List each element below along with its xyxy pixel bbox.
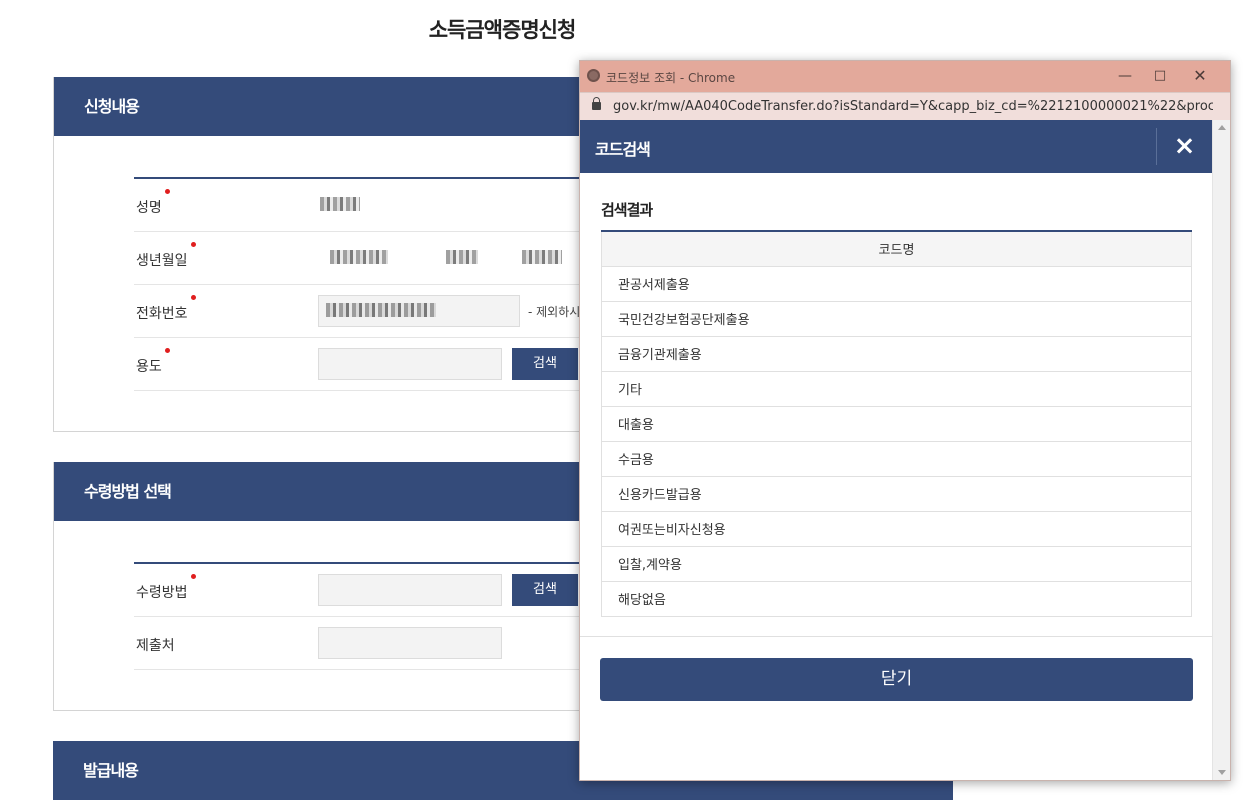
label-birth: 생년월일 [136,242,196,270]
table-header-row: 코드명 [601,231,1192,267]
table-row[interactable]: 금융기관제출용 [601,335,1192,372]
close-icon[interactable]: × [1156,128,1212,165]
name-value-redacted [320,197,360,211]
address-bar[interactable]: gov.kr/mw/AA040CodeTransfer.do?isStandar… [580,92,1230,120]
required-dot [190,295,196,300]
code-item[interactable]: 국민건강보험공단제출용 [601,300,1192,337]
code-item[interactable]: 해당없음 [601,580,1192,617]
result-title: 검색결과 [601,201,653,219]
label-destination: 제출처 [136,638,175,654]
required-dot [190,242,196,247]
birth-month-redacted [446,250,478,264]
popup-divider [580,636,1212,637]
birth-day-redacted [522,250,562,264]
table-row[interactable]: 여권또는비자신청용 [601,510,1192,547]
code-item[interactable]: 입찰,계약용 [601,545,1192,582]
code-item[interactable]: 대출용 [601,405,1192,442]
table-row[interactable]: 해당없음 [601,580,1192,617]
phone-value-redacted [326,303,436,317]
table-row[interactable]: 신용카드발급용 [601,475,1192,512]
method-input[interactable] [318,574,502,606]
scroll-up-icon[interactable] [1218,125,1226,130]
table-row[interactable]: 입찰,계약용 [601,545,1192,582]
birth-year-redacted [330,250,388,264]
window-close-icon[interactable]: ✕ [1185,65,1215,87]
url-text: gov.kr/mw/AA040CodeTransfer.do?isStandar… [613,99,1213,114]
table-row[interactable]: 국민건강보험공단제출용 [601,300,1192,337]
popup-header: 코드검색 × [580,120,1212,173]
code-item[interactable]: 여권또는비자신청용 [601,510,1192,547]
maximize-icon[interactable]: □ [1145,65,1175,87]
window-titlebar[interactable]: 코드정보 조회 - Chrome — □ ✕ [580,61,1230,92]
table-row[interactable]: 대출용 [601,405,1192,442]
table-header-code-name: 코드명 [601,231,1192,267]
result-table: 코드명 관공서제출용 국민건강보험공단제출용 금융기관제출용 기타 대출용 수금… [601,230,1192,617]
popup-title: 코드검색 [595,140,651,159]
close-button[interactable]: 닫기 [600,658,1193,701]
code-item[interactable]: 금융기관제출용 [601,335,1192,372]
page-title: 소득금액증명신청 [428,18,577,42]
label-method: 수령방법 [136,574,196,602]
minimize-icon[interactable]: — [1110,65,1140,87]
required-dot [164,189,170,194]
table-row[interactable]: 기타 [601,370,1192,407]
purpose-search-button[interactable]: 검색 [512,348,578,380]
label-phone: 전화번호 [136,295,196,323]
code-item[interactable]: 수금용 [601,440,1192,477]
scrollbar[interactable] [1212,120,1230,780]
scroll-down-icon[interactable] [1218,770,1226,775]
window-title: 코드정보 조회 - Chrome [606,71,736,85]
popup-content: 코드검색 × 검색결과 코드명 관공서제출용 국민건강보험공단제출용 금융기관제… [580,120,1212,780]
destination-input[interactable] [318,627,502,659]
code-item[interactable]: 기타 [601,370,1192,407]
required-dot [164,348,170,353]
chrome-icon [587,69,600,82]
code-item[interactable]: 신용카드발급용 [601,475,1192,512]
lock-icon [592,97,601,110]
phone-note: - 제외하시 [528,305,581,319]
label-purpose: 용도 [136,348,170,376]
required-dot [190,574,196,579]
purpose-input[interactable] [318,348,502,380]
table-row[interactable]: 관공서제출용 [601,265,1192,302]
code-popup-window: 코드정보 조회 - Chrome — □ ✕ gov.kr/mw/AA040Co… [579,60,1231,781]
code-item[interactable]: 관공서제출용 [601,265,1192,302]
table-row[interactable]: 수금용 [601,440,1192,477]
page: 소득금액증명신청 신청내용 성명 생년월일 전화번호 - 제외하시 용도 검색 … [0,0,1258,802]
method-search-button[interactable]: 검색 [512,574,578,606]
label-name: 성명 [136,189,170,217]
